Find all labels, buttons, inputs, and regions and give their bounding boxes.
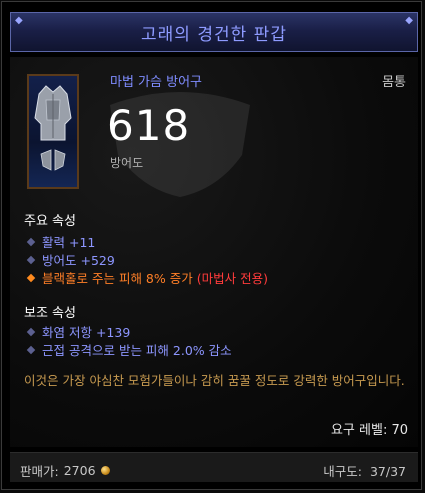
item-title-bar: ◆ 고래의 경건한 판갑 ◆ xyxy=(10,12,418,52)
item-name: 고래의 경건한 판갑 xyxy=(141,24,287,45)
chest-armor-icon xyxy=(34,85,72,171)
sell-price: 판매가: 2706 xyxy=(20,461,110,480)
corner-ornament-left-icon: ◆ xyxy=(15,15,23,26)
sell-price-value: 2706 xyxy=(63,463,96,478)
primary-attributes-title: 주요 속성 xyxy=(24,214,76,229)
stat-bullet-icon xyxy=(26,255,36,264)
stat-bullet-icon xyxy=(26,237,36,246)
flavor-text: 이것은 가장 야심찬 모험가들이나 감히 꿈꿀 정도로 강력한 방어구입니다. xyxy=(24,373,405,388)
item-slot: 몸통 xyxy=(382,75,406,90)
item-tooltip: ◆ 고래의 경건한 판갑 ◆ 마법 가슴 방어구 몸통 618 방어도 주요 속… xyxy=(1,1,422,490)
armor-value: 618 xyxy=(107,101,191,150)
gold-coin-icon xyxy=(100,466,110,475)
durability: 내구도: 37/37 xyxy=(323,464,406,479)
secondary-stat-fire-resist: 화염 저항 +139 xyxy=(26,322,130,341)
item-footer: 판매가: 2706 내구도: 37/37 xyxy=(10,452,418,482)
item-type: 마법 가슴 방어구 xyxy=(110,75,202,90)
item-details: 마법 가슴 방어구 몸통 618 방어도 주요 속성 활력 +11 방어도 +5… xyxy=(10,57,418,447)
stat-bullet-icon xyxy=(26,327,36,336)
armor-label: 방어도 xyxy=(110,156,144,170)
secondary-attributes-title: 보조 속성 xyxy=(24,306,76,321)
stat-bullet-icon xyxy=(26,345,36,354)
corner-ornament-right-icon: ◆ xyxy=(405,15,413,26)
legendary-bullet-icon xyxy=(26,273,36,282)
required-level: 요구 레벨: 70 xyxy=(330,423,408,438)
item-icon-frame xyxy=(27,74,79,189)
primary-stat-vitality: 활력 +11 xyxy=(26,232,95,251)
secondary-stat-melee-reduction: 근접 공격으로 받는 피해 2.0% 감소 xyxy=(26,340,232,359)
class-restriction: (마법사 전용) xyxy=(196,271,268,286)
durability-value: 37/37 xyxy=(369,464,406,479)
primary-stat-armor: 방어도 +529 xyxy=(26,250,115,269)
primary-stat-black-hole: 블랙홀로 주는 피해 8% 증가 (마법사 전용) xyxy=(26,268,268,287)
